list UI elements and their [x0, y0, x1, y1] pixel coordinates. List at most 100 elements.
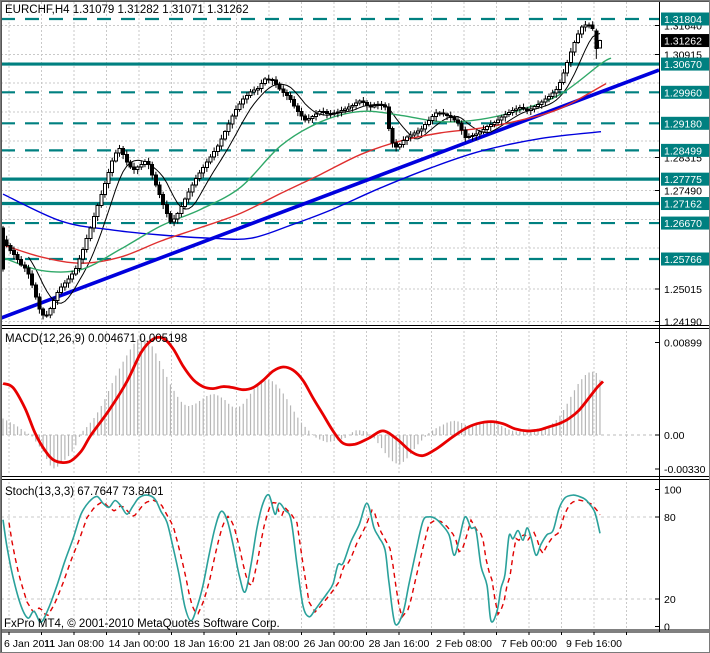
candle-body — [48, 308, 53, 316]
candle-body — [157, 184, 162, 196]
candle-body — [106, 171, 111, 185]
candle-body — [437, 112, 442, 115]
candle-body — [270, 79, 275, 82]
stoch-axis-label: 20 — [664, 594, 676, 606]
candle-body — [223, 131, 228, 140]
candle-body — [547, 95, 551, 100]
candle-body — [30, 273, 35, 286]
candle-body — [419, 128, 424, 132]
candle-body — [306, 117, 311, 121]
candle-body — [139, 163, 144, 168]
chart-canvas[interactable]: 1.316401.309151.283151.274901.250151.241… — [1, 1, 710, 653]
frame-layer — [1, 1, 709, 652]
candle-body — [434, 112, 439, 118]
candle-body — [525, 108, 530, 111]
time-axis-label: 18 Jan 16:00 — [174, 638, 235, 650]
candle-body — [321, 111, 326, 114]
candle-body — [102, 183, 107, 195]
support-resistance-layer — [1, 17, 660, 320]
candle-body — [463, 129, 468, 139]
candle-body — [488, 123, 493, 127]
candle-body — [193, 177, 198, 186]
candle-body — [452, 116, 457, 121]
macd-axis-label: 0.00899 — [664, 337, 702, 349]
candle-body — [328, 113, 333, 116]
candle-body — [168, 212, 173, 223]
candle-body — [506, 111, 511, 116]
candle-body — [456, 119, 460, 124]
candle-body — [226, 123, 231, 133]
candle-body — [99, 193, 104, 206]
candle-body — [15, 253, 20, 261]
candle-body — [587, 24, 592, 27]
candle-body — [539, 101, 544, 105]
candle-body — [354, 102, 359, 106]
candle-body — [408, 134, 413, 138]
candle-body — [288, 94, 293, 101]
candle-body — [594, 30, 599, 50]
macd-axis-label: -0.00330 — [664, 464, 706, 476]
candle-body — [11, 249, 16, 255]
price-axis-layer: 1.316401.309151.283151.274901.250151.241… — [655, 12, 709, 633]
price-chip-text: 1.25766 — [664, 254, 702, 266]
candle-body — [26, 267, 31, 275]
candle-body — [565, 61, 570, 74]
price-axis-label: 1.25015 — [664, 284, 702, 296]
candle-body — [401, 139, 406, 146]
candle-body — [128, 161, 133, 168]
candle-body — [368, 105, 373, 108]
candle-body — [212, 150, 217, 158]
price-chip-text: 1.29180 — [664, 118, 702, 130]
candle-body — [73, 267, 78, 275]
macd-signal-line — [2, 335, 605, 465]
sr-price-label: 1.27162 — [661, 197, 709, 211]
candle-body — [215, 145, 220, 152]
stoch-axis-label: 0 — [664, 621, 670, 633]
candle-body — [496, 119, 501, 124]
price-chip-text: 1.27162 — [664, 199, 702, 211]
macd-layer — [1, 335, 659, 469]
ma-fast-black — [28, 33, 601, 304]
stoch-signal-line — [8, 499, 601, 619]
candle-body — [568, 51, 573, 63]
moving-averages-layer — [2, 33, 612, 304]
time-axis-layer: 6 Jan 201111 Jan 08:00 14 Jan 00:00 18 Jan… — [4, 632, 627, 650]
candle-body — [4, 239, 9, 246]
price-chip-text: 1.31804 — [664, 14, 702, 26]
time-axis-label: 11 Jan 08:00 — [44, 638, 104, 650]
candle-body — [572, 41, 577, 53]
candle-body — [179, 205, 184, 215]
candle-body — [590, 24, 595, 29]
candle-body — [204, 161, 209, 169]
candle-body — [95, 204, 100, 218]
candle-body — [332, 112, 337, 115]
candle-body — [281, 88, 286, 94]
candle-body — [197, 172, 202, 179]
candle-body — [244, 94, 249, 100]
candle-body — [426, 119, 431, 126]
candle-body — [92, 216, 96, 229]
candle-body — [561, 72, 566, 83]
candle-body — [583, 24, 588, 28]
candle-body — [579, 26, 584, 35]
candle-body — [536, 103, 541, 108]
candle-body — [521, 106, 526, 110]
candle-body — [415, 130, 420, 134]
candle-body — [274, 79, 278, 85]
candle-body — [514, 108, 519, 111]
candle-body — [70, 273, 75, 280]
candle-body — [22, 264, 27, 269]
price-chip-text: 1.26670 — [664, 218, 702, 230]
candle-body — [361, 100, 366, 103]
symbol-ohlc-title: EURCHF,H4 1.31079 1.31282 1.31071 1.3126… — [5, 4, 249, 16]
time-axis-label: 14 Jan 00:00 — [109, 638, 170, 650]
time-axis-label: 7 Feb 00:00 — [501, 638, 557, 650]
candle-body — [477, 131, 482, 135]
candle-body — [357, 100, 362, 104]
candle-body — [263, 78, 268, 85]
candle-body — [423, 124, 428, 130]
sr-price-label: 1.31804 — [661, 12, 709, 26]
candle-body — [339, 109, 344, 113]
candle-body — [161, 194, 166, 205]
candle-body — [324, 111, 329, 115]
